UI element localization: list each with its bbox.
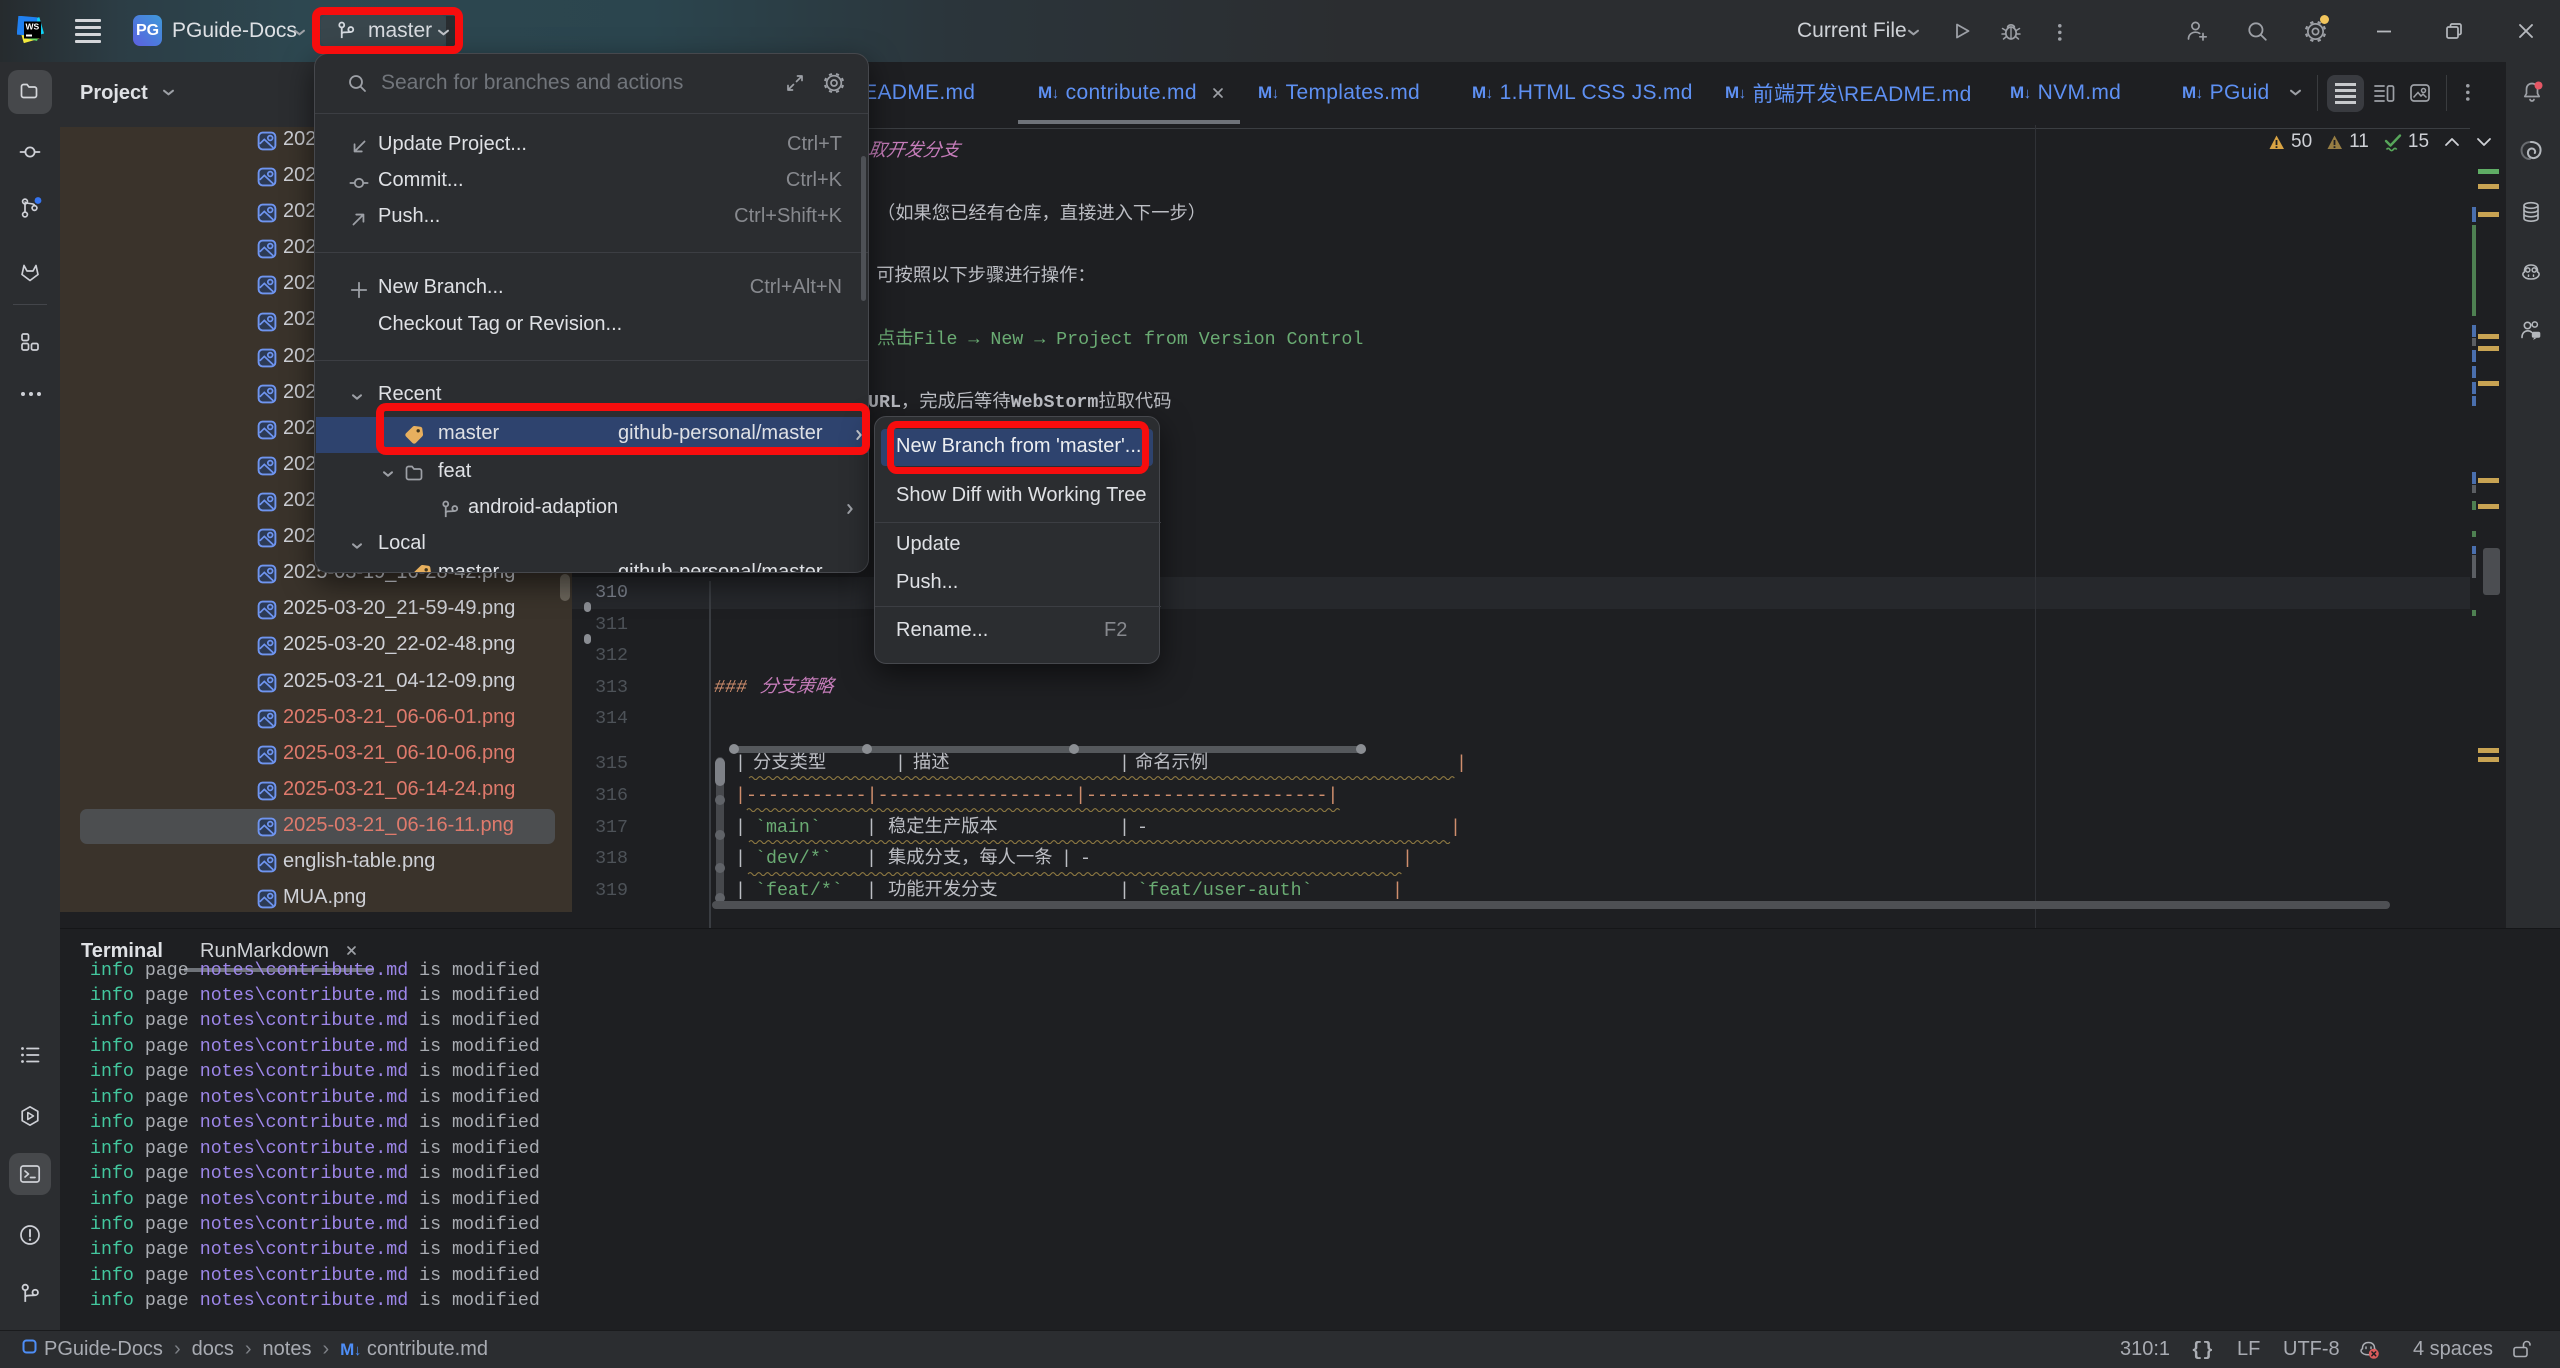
svg-text:WS: WS [26,22,40,32]
